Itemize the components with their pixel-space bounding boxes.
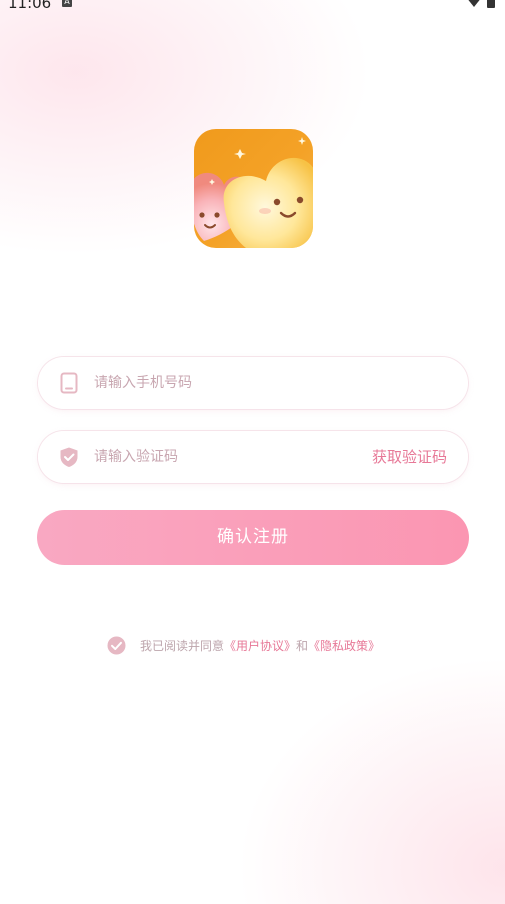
code-field: 获取验证码 [38, 431, 468, 483]
agreement-conjunction: 和 [296, 638, 309, 653]
get-code-button[interactable]: 获取验证码 [372, 431, 447, 483]
phone-icon [60, 372, 78, 394]
a-icon: A [62, 0, 72, 7]
user-agreement-link[interactable]: 《用户协议》 [224, 637, 296, 654]
privacy-policy-link[interactable]: 《隐私政策》 [308, 637, 380, 654]
verification-code-input[interactable] [94, 431, 354, 483]
phone-input[interactable] [94, 357, 354, 409]
status-bar: 11:06 A [0, 0, 505, 12]
shield-icon [60, 447, 78, 467]
status-time: 11:06 [8, 0, 52, 12]
phone-field [38, 357, 468, 409]
agreement-prefix: 我已阅读并同意 [140, 638, 225, 653]
heart-faces-logo-icon [194, 129, 313, 248]
app-logo [194, 129, 313, 248]
agreement-row: 我已阅读并同意 《用户协议》 和 《隐私政策》 [107, 635, 380, 655]
wifi-icon [468, 0, 480, 7]
confirm-register-button[interactable]: 确认注册 [37, 510, 469, 565]
checkbox-checked-icon[interactable] [107, 636, 126, 655]
battery-icon [487, 0, 495, 8]
